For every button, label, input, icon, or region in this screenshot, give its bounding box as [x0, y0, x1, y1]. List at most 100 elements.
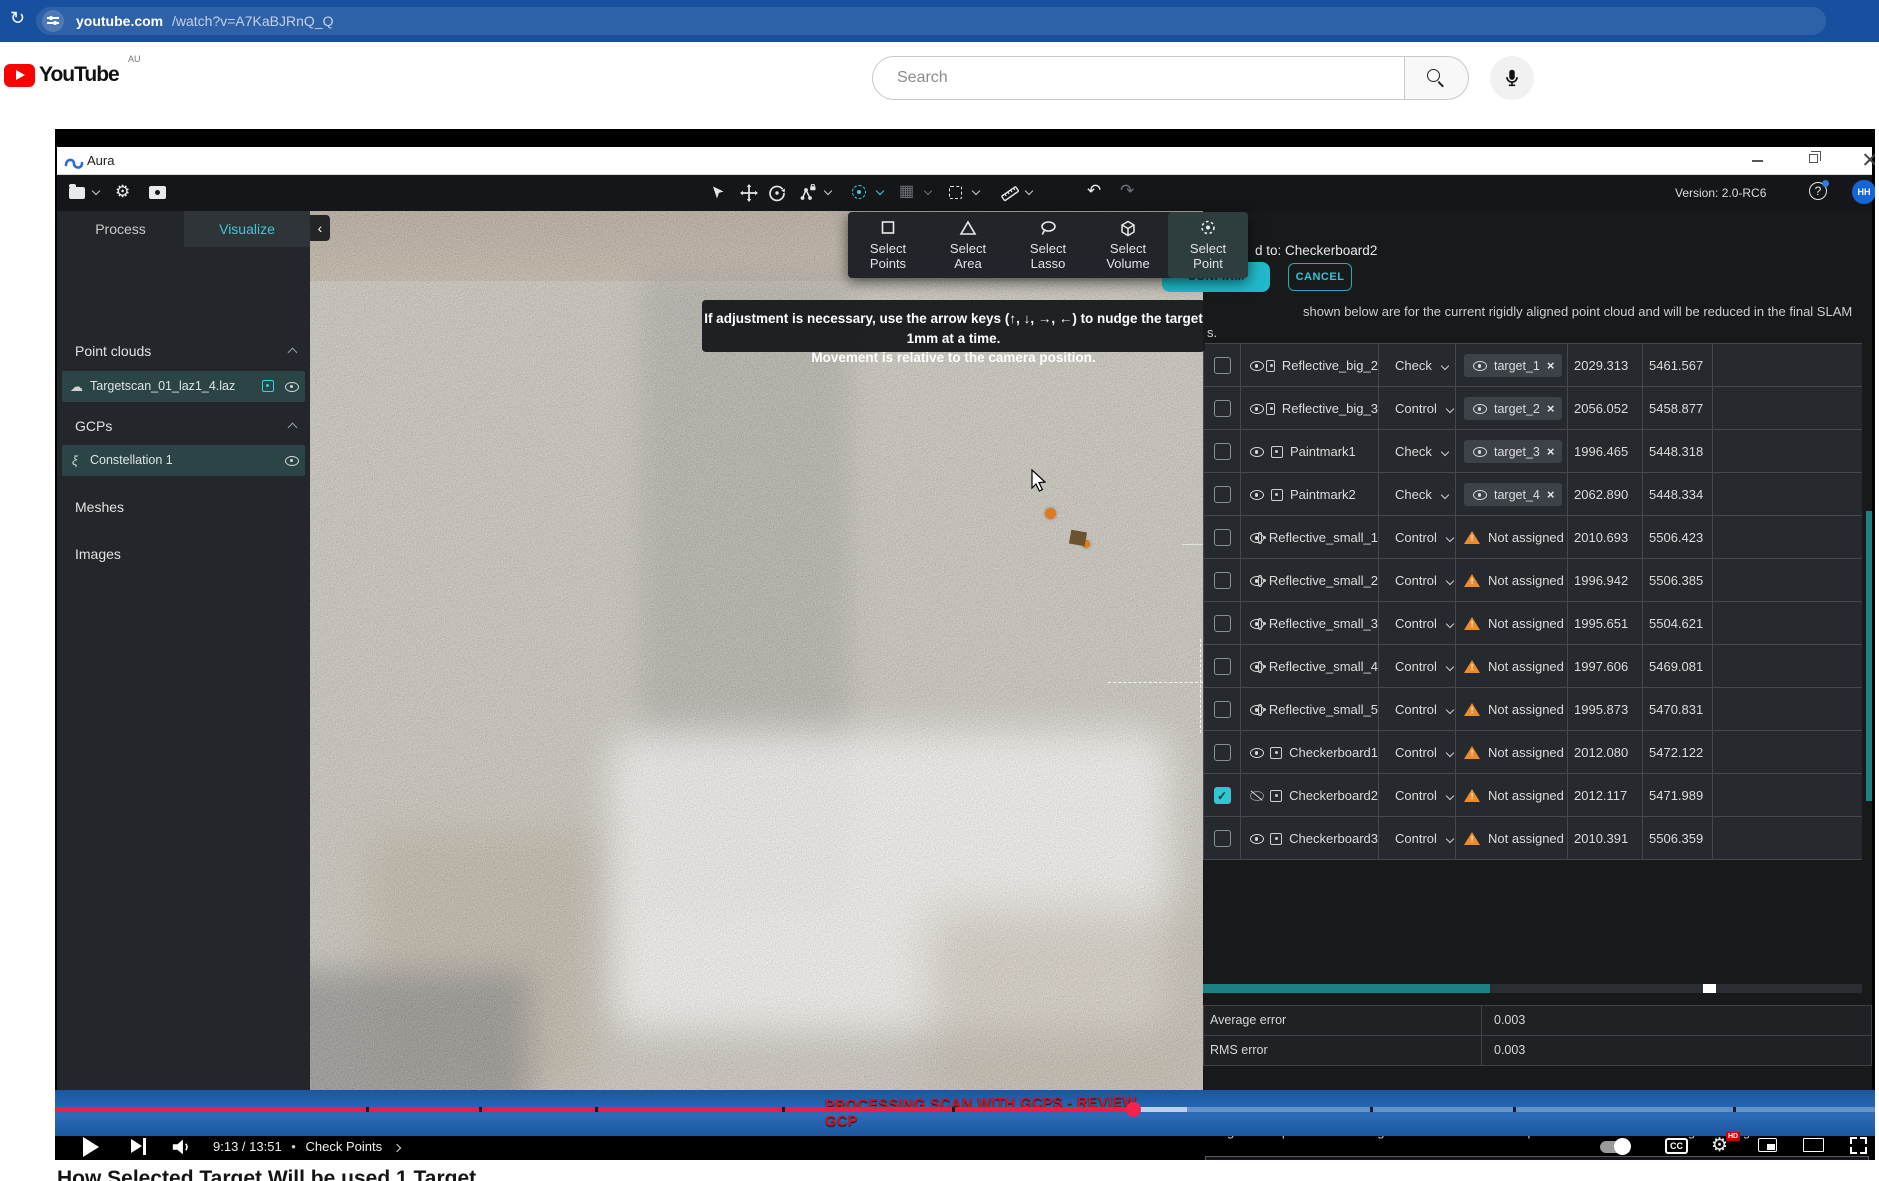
row-checkbox[interactable]: [1214, 486, 1231, 503]
reload-icon[interactable]: ↻: [10, 8, 25, 29]
remove-target-icon[interactable]: ×: [1547, 487, 1555, 502]
focus-icon[interactable]: [1271, 489, 1283, 501]
visibility-eye-icon[interactable]: [1249, 446, 1264, 458]
focus-icon[interactable]: [1258, 704, 1262, 716]
focus-icon[interactable]: [1266, 360, 1275, 372]
chevron-down-icon[interactable]: [972, 187, 980, 195]
chapter-chevron-icon[interactable]: [392, 1144, 400, 1152]
chevron-down-icon[interactable]: [92, 187, 100, 195]
settings-gear-icon[interactable]: ⚙: [115, 183, 130, 200]
table-row[interactable]: Checkerboard1 Control Not assigned 2012.…: [1204, 731, 1862, 774]
remove-target-icon[interactable]: ×: [1547, 401, 1555, 416]
table-row[interactable]: Reflective_small_5 Control Not assigned …: [1204, 688, 1862, 731]
focus-icon[interactable]: [1271, 446, 1283, 458]
focus-icon[interactable]: [1258, 575, 1262, 587]
undo-icon[interactable]: ↶: [1087, 181, 1101, 201]
miniplayer-button[interactable]: [1758, 1138, 1777, 1152]
voice-search-button[interactable]: [1490, 56, 1534, 100]
remove-target-icon[interactable]: ×: [1547, 444, 1555, 459]
collapse-chevron-icon[interactable]: [288, 348, 298, 358]
theater-mode-button[interactable]: [1803, 1138, 1824, 1152]
table-row[interactable]: Reflective_small_3 Control Not assigned …: [1204, 602, 1862, 645]
focus-icon[interactable]: [1258, 532, 1262, 544]
table-row[interactable]: Paintmark2 Check target_4 ×: [1204, 473, 1862, 516]
redo-icon[interactable]: ↷: [1120, 181, 1134, 201]
row-checkbox[interactable]: [1214, 357, 1231, 374]
tool-select-area[interactable]: SelectArea: [928, 212, 1008, 278]
visibility-eye-icon[interactable]: [1249, 360, 1259, 372]
type-dropdown[interactable]: Control: [1379, 516, 1456, 559]
sidebar-item-pointcloud[interactable]: ☁ Targetscan_01_laz1_4.laz: [62, 371, 305, 402]
focus-icon[interactable]: [1258, 661, 1262, 673]
restore-icon[interactable]: [1809, 154, 1818, 163]
play-button[interactable]: [83, 1137, 99, 1157]
progress-bar[interactable]: [55, 1107, 1875, 1112]
visibility-eye-icon[interactable]: [1249, 833, 1263, 845]
type-dropdown[interactable]: Check: [1379, 430, 1456, 473]
table-row[interactable]: Checkerboard3 Control Not assigned 2010.…: [1204, 817, 1862, 860]
sidebar-item-constellation[interactable]: ξ Constellation 1: [62, 445, 305, 476]
tab-visualize[interactable]: Visualize: [184, 211, 310, 247]
progress-scrubber[interactable]: [1126, 1102, 1141, 1117]
visibility-eye-icon[interactable]: [1249, 575, 1251, 587]
open-project-button[interactable]: [69, 186, 85, 204]
autoplay-toggle[interactable]: [1600, 1141, 1630, 1153]
meshes-header[interactable]: Meshes: [75, 499, 124, 515]
table-row[interactable]: Reflective_big_2 Check target_1 ×: [1204, 344, 1862, 387]
visibility-eye-icon[interactable]: [1249, 747, 1263, 759]
table-row[interactable]: Reflective_big_3 Control target_2 ×: [1204, 387, 1862, 430]
measure-ruler-icon[interactable]: [1000, 184, 1020, 203]
address-bar[interactable]: youtube.com /watch?v=A7KaBJRnQ_Q: [36, 7, 1826, 35]
table-row[interactable]: Checkerboard2 Control Not assigned 2012.…: [1204, 774, 1862, 817]
search-button[interactable]: [1405, 56, 1469, 100]
row-checkbox[interactable]: [1214, 830, 1231, 847]
visibility-eye-icon[interactable]: [1249, 790, 1263, 802]
visibility-eye-icon[interactable]: [284, 380, 299, 392]
visibility-eye-icon[interactable]: [284, 454, 299, 466]
cancel-button[interactable]: CANCEL: [1288, 263, 1352, 291]
youtube-logo-icon[interactable]: [4, 64, 35, 87]
chapter-title[interactable]: Check Points: [305, 1139, 382, 1154]
type-dropdown[interactable]: Check: [1379, 344, 1456, 387]
assigned-target-chip[interactable]: target_4 ×: [1464, 483, 1562, 506]
remove-target-icon[interactable]: ×: [1547, 358, 1555, 373]
type-dropdown[interactable]: Control: [1379, 731, 1456, 774]
table-row[interactable]: Reflective_small_2 Control Not assigned …: [1204, 559, 1862, 602]
focus-icon[interactable]: [1270, 790, 1282, 802]
assigned-target-chip[interactable]: target_3 ×: [1464, 440, 1562, 463]
close-icon[interactable]: [1863, 152, 1875, 166]
tool-select-lasso[interactable]: SelectLasso: [1008, 212, 1088, 278]
user-avatar[interactable]: HH: [1852, 180, 1875, 204]
next-button[interactable]: [131, 1138, 148, 1155]
focus-icon[interactable]: [262, 380, 274, 392]
visibility-eye-icon[interactable]: [1249, 704, 1251, 716]
video-title[interactable]: How Selected Target Will be used 1 Targe…: [57, 1167, 1057, 1181]
sidebar-collapse-button[interactable]: ‹: [310, 215, 330, 241]
row-checkbox[interactable]: [1214, 615, 1231, 632]
navigate-cursor-icon[interactable]: [709, 184, 727, 202]
chevron-down-icon[interactable]: [924, 187, 932, 195]
row-checkbox[interactable]: [1214, 400, 1231, 417]
collapse-chevron-icon[interactable]: [288, 423, 298, 433]
focus-icon[interactable]: [1270, 833, 1282, 845]
visibility-eye-icon[interactable]: [1249, 489, 1264, 501]
tool-select-volume[interactable]: SelectVolume: [1088, 212, 1168, 278]
visibility-eye-icon[interactable]: [1249, 618, 1251, 630]
row-checkbox[interactable]: [1214, 787, 1231, 804]
gcps-header[interactable]: GCPs: [75, 418, 112, 434]
visibility-eye-icon[interactable]: [1249, 661, 1251, 673]
help-icon[interactable]: ?: [1809, 182, 1827, 200]
chevron-down-icon[interactable]: [824, 187, 832, 195]
type-dropdown[interactable]: Control: [1379, 387, 1456, 430]
tab-process[interactable]: Process: [57, 211, 184, 247]
scrollbar-thumb[interactable]: [1203, 984, 1490, 993]
search-input[interactable]: [897, 66, 1377, 90]
assigned-target-chip[interactable]: target_2 ×: [1464, 397, 1562, 420]
chevron-down-icon[interactable]: [876, 187, 884, 195]
point-clouds-header[interactable]: Point clouds: [75, 343, 151, 359]
fullscreen-button[interactable]: [1850, 1137, 1867, 1154]
type-dropdown[interactable]: Check: [1379, 473, 1456, 516]
row-checkbox[interactable]: [1214, 744, 1231, 761]
select-point-tool-icon[interactable]: [852, 185, 866, 199]
row-checkbox[interactable]: [1214, 658, 1231, 675]
